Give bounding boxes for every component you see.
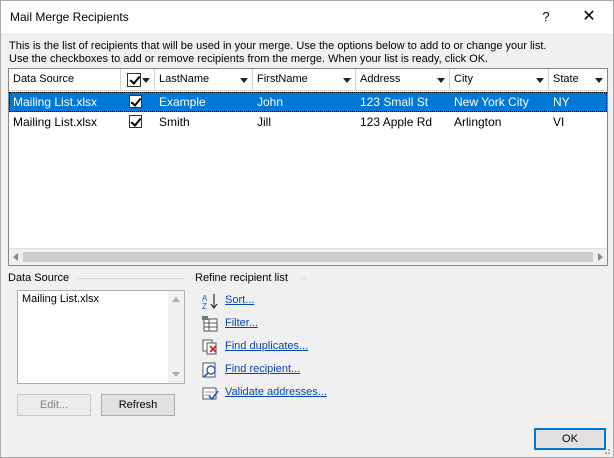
cell-city: New York City (454, 95, 529, 109)
scroll-thumb[interactable] (23, 252, 593, 262)
data-source-list[interactable]: Mailing List.xlsx (17, 290, 185, 384)
data-source-group-label: Data Source (8, 272, 70, 284)
vertical-scrollbar[interactable] (168, 291, 184, 383)
link-label[interactable]: Find recipient... (225, 363, 300, 375)
description-text: This is the list of recipients that will… (9, 40, 609, 66)
description-line: This is the list of recipients that will… (9, 40, 547, 52)
column-header-label: City (454, 73, 473, 85)
horizontal-scrollbar[interactable] (9, 248, 607, 265)
column-header-label: Data Source (13, 73, 75, 85)
column-header-data-source[interactable]: Data Source (9, 69, 121, 91)
dialog-title: Mail Merge Recipients (10, 10, 129, 24)
link-label[interactable]: Sort... (225, 294, 254, 306)
cell-address: 123 Small St (360, 95, 429, 109)
column-header-city[interactable]: City (450, 69, 549, 91)
ok-button[interactable]: OK (534, 428, 606, 450)
column-header-lastname[interactable]: LastName (155, 69, 253, 91)
column-header-address[interactable]: Address (356, 69, 450, 91)
cell-firstname: Jill (257, 115, 271, 129)
cell-data-source: Mailing List.xlsx (13, 95, 98, 109)
table-row[interactable]: Mailing List.xlsx Example John 123 Small… (9, 92, 607, 112)
scroll-up-icon[interactable] (172, 297, 180, 302)
chevron-down-icon[interactable] (437, 78, 445, 83)
cell-state: NY (553, 95, 570, 109)
column-header-label: LastName (159, 73, 210, 85)
link-label[interactable]: Filter... (225, 317, 258, 329)
chevron-down-icon[interactable] (595, 78, 603, 83)
find-recipient-icon (202, 362, 216, 378)
link-label[interactable]: Validate addresses... (225, 386, 327, 398)
cell-city: Arlington (454, 115, 502, 129)
chevron-down-icon[interactable] (343, 78, 351, 83)
cell-address: 123 Apple Rd (360, 115, 433, 129)
link-label[interactable]: Find duplicates... (225, 340, 308, 352)
edit-button[interactable]: Edit... (17, 394, 91, 416)
column-header-label: State (553, 73, 579, 85)
table-row[interactable]: Mailing List.xlsx Smith Jill 123 Apple R… (9, 112, 607, 132)
recipient-checkbox[interactable] (129, 95, 142, 108)
refine-group-label: Refine recipient list (195, 272, 288, 284)
cell-lastname: Smith (159, 115, 190, 129)
chevron-down-icon[interactable] (142, 78, 150, 83)
chevron-down-icon[interactable] (240, 78, 248, 83)
scroll-right-icon[interactable] (598, 253, 603, 261)
filter-icon (202, 316, 218, 332)
column-header-firstname[interactable]: FirstName (253, 69, 356, 91)
chevron-down-icon[interactable] (536, 78, 544, 83)
recipients-table: Data Source LastName FirstName Address C… (8, 68, 608, 266)
mail-merge-recipients-dialog: Mail Merge Recipients ? ✕ This is the li… (0, 0, 614, 458)
scroll-down-icon[interactable] (172, 372, 180, 377)
help-button[interactable]: ? (536, 7, 556, 27)
sort-icon: A Z (202, 294, 218, 310)
column-header-select-all[interactable] (121, 69, 155, 91)
column-header-state[interactable]: State (549, 69, 607, 91)
divider (77, 278, 185, 279)
cell-state: VI (553, 115, 565, 129)
cell-lastname: Example (159, 95, 206, 109)
recipient-checkbox[interactable] (129, 115, 142, 128)
find-duplicates-icon (202, 339, 217, 355)
title-bar: Mail Merge Recipients ? ✕ (1, 1, 613, 33)
divider (301, 278, 306, 279)
svg-text:Z: Z (202, 302, 207, 310)
column-header-label: Address (360, 73, 401, 85)
scroll-left-icon[interactable] (13, 253, 18, 261)
resize-grip-icon[interactable] (601, 445, 611, 455)
list-item[interactable]: Mailing List.xlsx (22, 293, 99, 305)
close-button[interactable]: ✕ (579, 7, 599, 27)
validate-addresses-icon (202, 387, 219, 401)
cell-data-source: Mailing List.xlsx (13, 115, 98, 129)
table-header: Data Source LastName FirstName Address C… (9, 69, 607, 91)
column-header-label: FirstName (257, 73, 308, 85)
refresh-button[interactable]: Refresh (101, 394, 175, 416)
select-all-checkbox[interactable] (127, 73, 141, 87)
description-line: Use the checkboxes to add or remove reci… (9, 53, 489, 65)
cell-firstname: John (257, 95, 284, 109)
